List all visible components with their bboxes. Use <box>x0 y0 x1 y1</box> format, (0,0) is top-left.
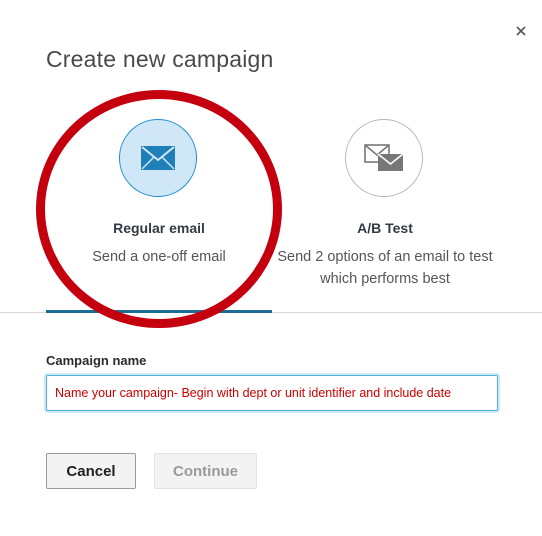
campaign-name-label: Campaign name <box>46 353 147 368</box>
close-icon <box>516 26 526 36</box>
option-ab-test[interactable]: A/B Test Send 2 options of an email to t… <box>272 110 498 314</box>
continue-button[interactable]: Continue <box>154 453 257 489</box>
campaign-name-input[interactable] <box>46 375 498 411</box>
ab-test-icon-circle <box>345 119 423 197</box>
regular-email-icon-circle <box>119 119 197 197</box>
selected-option-indicator <box>46 310 272 313</box>
option-regular-email[interactable]: Regular email Send a one-off email <box>46 110 272 314</box>
envelope-icon <box>141 146 175 170</box>
ab-envelopes-icon <box>364 144 404 171</box>
dialog-title: Create new campaign <box>46 46 274 72</box>
cancel-button[interactable]: Cancel <box>46 453 136 489</box>
option-label: Regular email <box>113 220 205 236</box>
option-label: A/B Test <box>357 220 413 236</box>
option-description: Send a one-off email <box>92 249 226 265</box>
close-button[interactable] <box>512 22 530 40</box>
option-description: Send 2 options of an email to test which… <box>277 249 493 287</box>
